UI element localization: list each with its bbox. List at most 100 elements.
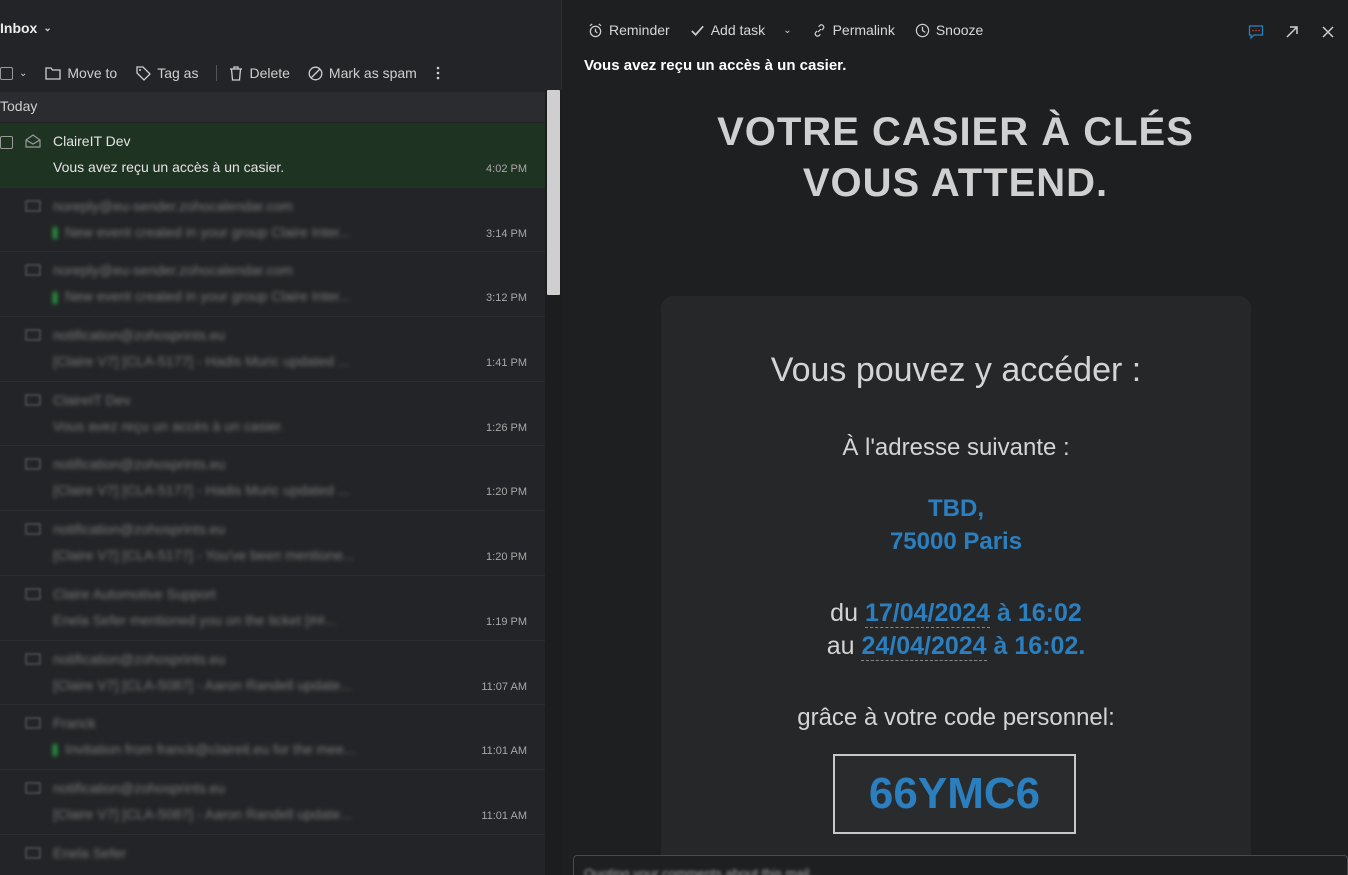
sender-name: noreply@eu-sender.zohocalendar.com [53,197,293,214]
mail-subject: Vous avez reçu un accès à un casier. [584,57,847,74]
list-item[interactable]: notification@zohosprints.eu [Claire V7] … [0,317,545,382]
checkmark-icon [690,25,704,36]
unread-marker [53,226,57,239]
open-external-icon[interactable] [1284,24,1300,40]
tag-as-label: Tag as [157,65,199,81]
subject-preview: [Claire V7] [CLA-5087] - Aaron Randell u… [53,676,352,693]
snooze-label: Snooze [935,22,984,38]
permalink-label: Permalink [832,22,895,38]
address-line-1: TBD, [928,495,984,522]
from-word: du [830,599,858,627]
start-time: à 16:02 [997,599,1082,627]
quick-reply-input[interactable]: Quoting your comments about this mail... [573,855,1348,875]
sender-name: Franck [53,715,96,732]
sender-name: noreply@eu-sender.zohocalendar.com [53,262,293,279]
tag-as-button[interactable]: Tag as [135,65,198,81]
chevron-down-icon[interactable]: ⌄ [783,25,791,36]
headline-line-1: VOTRE CASIER À CLÉS [717,110,1194,154]
unread-marker [53,291,57,304]
list-item[interactable]: ClaireIT Dev Vous avez reçu un accès à u… [0,123,545,188]
alarm-clock-icon [589,22,602,37]
to-word: au [826,632,855,660]
received-time: 11:01 AM [481,809,527,822]
list-item[interactable]: Enela Sefer [0,835,545,875]
received-time: 11:07 AM [481,680,527,693]
close-icon[interactable] [1320,24,1336,40]
start-date[interactable]: 17/04/2024 [864,599,991,628]
list-item[interactable]: Franck Invitation from franck@claireit.e… [0,705,545,770]
section-header-today: Today [0,92,545,122]
subject-preview: [Claire V7] [CLA-5177] - Hadis Muric upd… [53,353,350,370]
subject-preview: Invitation from franck@claireit.eu for t… [53,741,355,757]
received-time: 1:41 PM [486,357,527,370]
list-item[interactable]: notification@zohosprints.eu [Claire V7] … [0,511,545,576]
code-label: grâce à votre code personnel: [797,704,1115,731]
list-item[interactable]: noreply@eu-sender.zohocalendar.com New e… [0,188,545,253]
sender-name: Enela Sefer [53,844,127,861]
list-item[interactable]: notification@zohosprints.eu [Claire V7] … [0,641,545,706]
select-all-checkbox[interactable] [0,66,13,80]
access-period: du 17/04/2024 à 16:02 au 24/04/2024 à 16… [661,597,1251,663]
reply-placeholder: Quoting your comments about this mail... [584,866,821,875]
mark-spam-label: Mark as spam [328,65,417,81]
sender-name: ClaireIT Dev [53,133,131,149]
add-task-label: Add task [710,22,766,38]
reader-window-actions [1248,24,1336,40]
end-date-line: au 24/04/2024 à 16:02. [661,630,1251,663]
sender-name: notification@zohosprints.eu [53,521,226,538]
reminder-button[interactable]: Reminder [588,22,670,38]
block-icon [308,66,323,80]
list-scrollbar[interactable] [545,90,562,875]
list-item[interactable]: noreply@eu-sender.zohocalendar.com New e… [0,252,545,318]
list-header: Inbox ⌄ ⌄ Move to Tag as Delete Mark as … [0,0,562,81]
row-checkbox[interactable] [0,136,13,149]
subject-text: New event created in your group Claire I… [65,288,351,305]
delete-button[interactable]: Delete [229,65,290,81]
permalink-button[interactable]: Permalink [812,22,895,38]
sender-name: notification@zohosprints.eu [53,456,226,473]
locker-info-card: Vous pouvez y accéder : À l'adresse suiv… [661,296,1251,875]
tag-icon [136,66,152,81]
subject-preview: Vous avez reçu un accès à un casier. [53,417,285,434]
move-to-button[interactable]: Move to [45,65,117,81]
envelope-icon [25,846,41,859]
end-time: à 16:02. [993,632,1086,660]
subject-preview: [Claire V7] [CLA-5177] - You've been men… [53,547,355,564]
scrollbar-thumb[interactable] [547,90,560,295]
list-item[interactable]: notification@zohosprints.eu [Claire V7] … [0,446,545,512]
envelope-icon [25,458,41,471]
reader-toolbar: Reminder Add task ⌄ Permalink Snooze [588,22,1003,38]
subject-preview: New event created in your group Claire I… [53,224,351,240]
list-item[interactable]: ClaireIT Dev Vous avez reçu un accès à u… [0,382,545,447]
received-time: 1:20 PM [486,551,527,564]
chevron-down-icon: ⌄ [43,22,52,34]
sender-name: notification@zohosprints.eu [53,327,226,344]
subject-text: Invitation from franck@claireit.eu for t… [65,741,356,758]
chevron-down-icon[interactable]: ⌄ [19,68,27,79]
clock-icon [915,23,930,37]
subject-preview: [Claire V7] [CLA-5177] - Hadis Muric upd… [53,482,350,499]
envelope-icon [25,717,41,729]
received-time: 1:20 PM [486,486,527,499]
address-label: À l'adresse suivante : [842,434,1070,461]
envelope-icon [25,652,41,665]
card-title: Vous pouvez y accéder : [770,351,1142,389]
received-time: 4:02 PM [486,163,527,175]
list-item[interactable]: Claire Automotive Support Enela Sefer me… [0,576,545,641]
list-item[interactable]: notification@zohosprints.eu [Claire V7] … [0,770,545,835]
select-all[interactable]: ⌄ [0,66,27,80]
mail-list: ClaireIT Dev Vous avez reçu un accès à u… [0,123,545,875]
sender-name: ClaireIT Dev [53,391,131,408]
end-date[interactable]: 24/04/2024 [861,632,987,661]
more-options-button[interactable] [435,66,441,80]
envelope-icon [25,394,41,406]
comment-icon[interactable] [1248,24,1264,40]
add-task-button[interactable]: Add task ⌄ [690,22,792,38]
unread-marker [53,744,57,757]
address-line-2: 75000 Paris [889,528,1023,555]
received-time: 3:12 PM [486,292,527,305]
mail-list-pane: Inbox ⌄ ⌄ Move to Tag as Delete Mark as … [0,0,562,875]
folder-selector[interactable]: Inbox ⌄ [0,20,52,36]
snooze-button[interactable]: Snooze [915,22,983,38]
mark-spam-button[interactable]: Mark as spam [308,65,417,81]
